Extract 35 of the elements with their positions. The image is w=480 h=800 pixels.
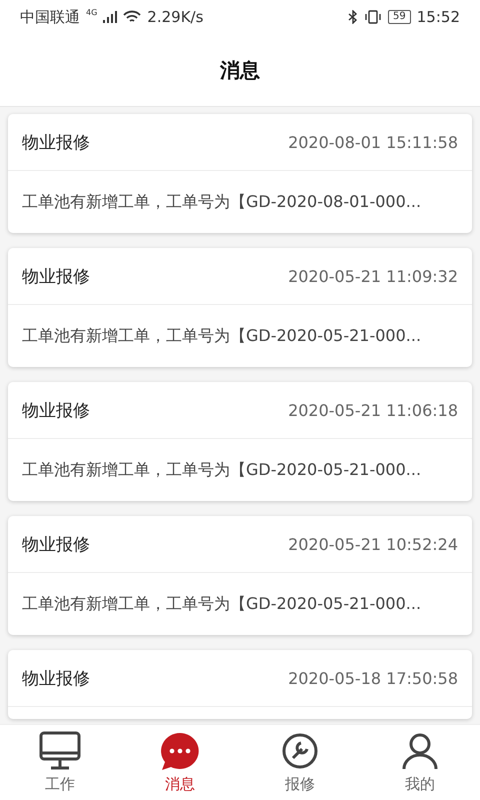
wifi-icon (123, 10, 142, 24)
bluetooth-icon (348, 10, 358, 24)
message-card[interactable]: 物业报修 2020-05-18 17:50:58 (8, 650, 472, 719)
message-text: 工单池有新增工单，工单号为【GD-2020-08-01-000... (22, 192, 422, 212)
message-title: 物业报修 (22, 668, 90, 690)
message-time: 2020-05-21 11:09:32 (288, 266, 458, 286)
message-card[interactable]: 物业报修 2020-08-01 15:11:58 工单池有新增工单，工单号为【GD-2020-08-01-000... (8, 114, 472, 233)
clock-time: 15:52 (416, 8, 460, 26)
message-text: 工单池有新增工单，工单号为【GD-2020-05-21-000... (22, 594, 422, 614)
message-time: 2020-05-18 17:50:58 (288, 668, 458, 688)
message-card[interactable]: 物业报修 2020-05-21 10:52:24 工单池有新增工单，工单号为【GD-2020-05-21-000... (8, 516, 472, 635)
message-text: 工单池有新增工单，工单号为【GD-2020-05-21-000... (22, 460, 422, 480)
message-card[interactable]: 物业报修 2020-05-21 11:06:18 工单池有新增工单，工单号为【GD-2020-05-21-000... (8, 382, 472, 501)
network-speed: 2.29K/s (147, 8, 204, 26)
tab-item[interactable]: 报修 (240, 725, 360, 800)
signal-icon (103, 11, 118, 23)
monitor-icon (39, 731, 81, 771)
message-title: 物业报修 (22, 266, 90, 288)
battery-level: 59 (388, 10, 411, 24)
chat-bubble-icon (159, 731, 201, 771)
network-type: 4G (86, 8, 98, 17)
message-time: 2020-08-01 15:11:58 (288, 132, 458, 152)
tab-item[interactable]: 消息 (120, 725, 240, 800)
message-title: 物业报修 (22, 400, 90, 422)
carrier-name: 中国联通 (20, 8, 80, 26)
message-title: 物业报修 (22, 534, 90, 556)
message-card[interactable]: 物业报修 2020-05-21 11:09:32 工单池有新增工单，工单号为【GD-2020-05-21-000... (8, 248, 472, 367)
tab-item[interactable]: 我的 (360, 725, 480, 800)
page-title: 消息 (220, 56, 260, 84)
message-time: 2020-05-21 11:06:18 (288, 400, 458, 420)
tab-item[interactable]: 工作 (0, 725, 120, 800)
message-time: 2020-05-21 10:52:24 (288, 534, 458, 554)
message-title: 物业报修 (22, 132, 90, 154)
message-text: 工单池有新增工单，工单号为【GD-2020-05-21-000... (22, 326, 422, 346)
vibrate-icon (364, 10, 382, 24)
